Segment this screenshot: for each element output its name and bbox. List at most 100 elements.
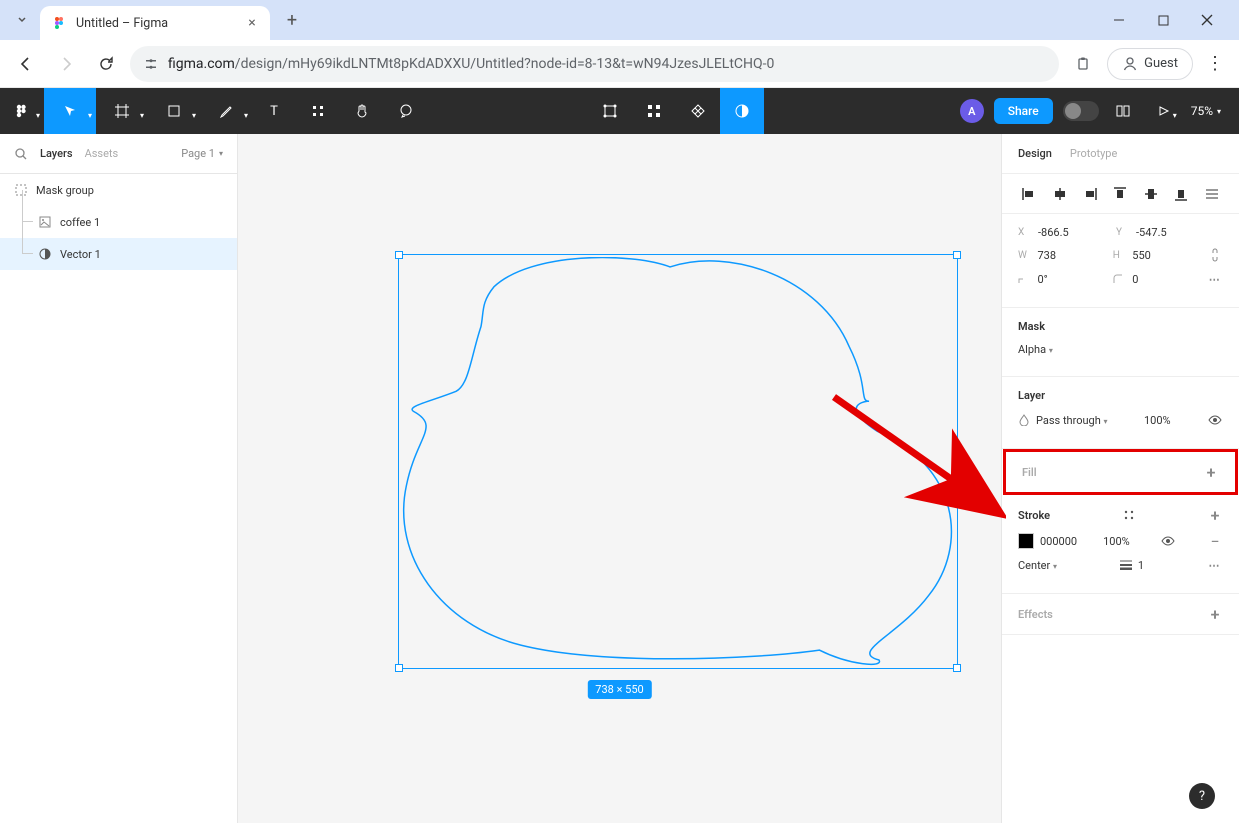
new-tab-button[interactable]: + [278,6,306,34]
reload-button[interactable] [90,48,122,80]
stroke-style-icon[interactable] [1121,507,1137,523]
help-button[interactable]: ? [1189,783,1215,809]
maximize-button[interactable] [1149,6,1177,34]
site-settings-icon[interactable] [144,57,158,71]
address-bar[interactable]: figma.com/design/mHy69ikdLNTMt8pKdADXXU/… [130,46,1059,82]
opacity-field[interactable]: 100% [1144,414,1171,427]
stroke-color-field[interactable]: 000000 [1040,535,1077,548]
w-label: W [1018,250,1031,261]
shape-tool[interactable]: ▾ [148,88,200,134]
assets-tab[interactable]: Assets [85,147,119,160]
y-label: Y [1116,227,1130,238]
toolbar-center [588,88,764,134]
vector-mask-icon [38,247,52,261]
layers-tab[interactable]: Layers [40,147,73,160]
rotation-field[interactable]: 0° [1037,273,1106,286]
mask-mode-button[interactable] [720,88,764,134]
resources-tool[interactable] [296,88,340,134]
back-button[interactable] [10,48,42,80]
url-text: figma.com/design/mHy69ikdLNTMt8pKdADXXU/… [168,56,1045,72]
tab-search-button[interactable] [8,6,36,34]
align-left-icon[interactable] [1021,186,1037,202]
add-fill-button[interactable]: + [1203,464,1219,480]
stroke-weight-icon [1120,560,1132,570]
stroke-opacity-field[interactable]: 100% [1103,535,1130,548]
stroke-swatch[interactable] [1018,533,1034,549]
add-effect-button[interactable]: + [1207,606,1223,622]
w-field[interactable]: 738 [1037,249,1106,262]
comment-tool[interactable] [384,88,428,134]
layer-row-vector[interactable]: Vector 1 [0,238,237,270]
text-tool[interactable]: T [252,88,296,134]
profile-chip[interactable]: Guest [1107,48,1193,80]
stroke-visibility-icon[interactable] [1160,533,1176,549]
selection-bounds[interactable] [398,254,958,669]
canvas[interactable]: 738 × 550 [238,134,1001,823]
stroke-align-select[interactable]: Center ▾ [1018,559,1057,572]
distribute-icon[interactable] [1204,186,1220,202]
align-right-icon[interactable] [1082,186,1098,202]
mask-mode-select[interactable]: Alpha ▾ [1018,343,1053,356]
h-field[interactable]: 550 [1132,249,1201,262]
tab-group: Untitled – Figma × + [8,0,306,40]
align-bottom-icon[interactable] [1173,186,1189,202]
stroke-more-button[interactable]: ⋯ [1207,557,1223,573]
forward-button[interactable] [50,48,82,80]
window-controls [1105,6,1231,34]
browser-tab-active[interactable]: Untitled – Figma × [40,6,270,40]
radius-icon [1113,274,1126,284]
chrome-menu-button[interactable]: ⋮ [1201,50,1229,78]
profile-label: Guest [1144,56,1178,71]
visibility-icon[interactable] [1207,412,1223,428]
boolean-tool[interactable] [676,88,720,134]
constrain-proportions-icon[interactable] [1208,247,1223,263]
minimize-button[interactable] [1105,6,1133,34]
more-transform-icon[interactable]: ⋯ [1208,271,1223,287]
align-hcenter-icon[interactable] [1052,186,1068,202]
x-label: X [1018,227,1032,238]
layer-row-mask-group[interactable]: Mask group [0,174,237,206]
page-selector[interactable]: Page 1▾ [181,147,223,160]
share-button[interactable]: Share [994,98,1053,124]
clipboard-icon[interactable] [1067,48,1099,80]
stroke-weight-field[interactable]: 1 [1138,559,1144,572]
layer-list: Mask group coffee 1 Vector 1 [0,174,237,823]
browser-tab-strip: Untitled – Figma × + [0,0,1239,40]
browser-nav-bar: figma.com/design/mHy69ikdLNTMt8pKdADXXU/… [0,40,1239,88]
mask-tool[interactable] [632,88,676,134]
align-top-icon[interactable] [1112,186,1128,202]
zoom-control[interactable]: 75%▾ [1191,104,1221,118]
align-vcenter-icon[interactable] [1143,186,1159,202]
rotation-icon [1018,274,1031,284]
move-tool[interactable]: ▾ [44,88,96,134]
frame-tool[interactable]: ▾ [96,88,148,134]
pen-tool[interactable]: ▾ [200,88,252,134]
hand-tool[interactable] [340,88,384,134]
library-icon[interactable] [1109,88,1137,134]
dev-mode-toggle[interactable] [1063,101,1099,121]
close-window-button[interactable] [1193,6,1221,34]
right-panel: Design Prototype X -866.5 Y -547.5 W 738… [1001,134,1239,823]
stroke-section: Stroke + 000000 100% − Center ▾ 1 ⋯ [1002,495,1239,594]
mask-title: Mask [1018,320,1223,333]
x-field[interactable]: -866.5 [1038,226,1110,239]
add-stroke-button[interactable]: + [1207,507,1223,523]
blend-mode-icon [1018,414,1030,426]
figma-menu-button[interactable]: ▾ [0,88,44,134]
user-avatar[interactable]: A [960,99,984,123]
y-field[interactable]: -547.5 [1136,226,1208,239]
present-button[interactable]: ▾ [1147,88,1181,134]
layer-title: Layer [1018,389,1223,402]
figma-favicon-icon [52,15,68,31]
layer-row-coffee[interactable]: coffee 1 [0,206,237,238]
prototype-tab[interactable]: Prototype [1070,147,1117,160]
search-icon[interactable] [14,147,28,161]
fill-section: Fill + [1003,449,1238,495]
design-tab[interactable]: Design [1018,147,1052,160]
radius-field[interactable]: 0 [1132,273,1201,286]
fill-title: Fill + [1022,464,1219,480]
component-tool[interactable] [588,88,632,134]
tab-close-button[interactable]: × [244,15,260,31]
blend-mode-select[interactable]: Pass through ▾ [1036,414,1108,427]
remove-stroke-button[interactable]: − [1207,533,1223,549]
